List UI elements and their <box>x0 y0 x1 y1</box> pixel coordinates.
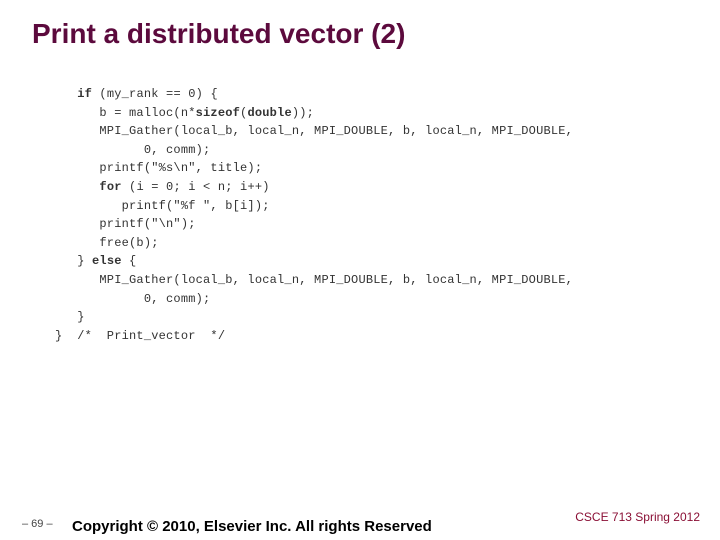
slide-title: Print a distributed vector (2) <box>0 0 720 50</box>
code-line-5: printf("%s\n", title); <box>55 161 262 175</box>
code-line-1: if (my_rank == 0) { <box>55 87 218 101</box>
code-line-14: } /* Print_vector */ <box>55 329 225 343</box>
code-line-10: } else { <box>55 254 136 268</box>
keyword-sizeof: sizeof <box>196 106 240 120</box>
code-line-3: MPI_Gather(local_b, local_n, MPI_DOUBLE,… <box>55 124 573 138</box>
code-line-8: printf("\n"); <box>55 217 196 231</box>
course-label: CSCE 713 Spring 2012 <box>575 510 700 524</box>
code-line-11: MPI_Gather(local_b, local_n, MPI_DOUBLE,… <box>55 273 573 287</box>
code-line-7: printf("%f ", b[i]); <box>55 199 270 213</box>
code-line-13: } <box>55 310 85 324</box>
code-line-9: free(b); <box>55 236 159 250</box>
keyword-else: else <box>92 254 122 268</box>
copyright-text: Copyright © 2010, Elsevier Inc. All righ… <box>72 518 432 535</box>
page-number: – 69 – <box>22 518 53 530</box>
code-line-2: b = malloc(n*sizeof(double)); <box>55 106 314 120</box>
keyword-for: for <box>99 180 121 194</box>
keyword-if: if <box>77 87 92 101</box>
code-line-4: 0, comm); <box>55 143 210 157</box>
code-line-6: for (i = 0; i < n; i++) <box>55 180 270 194</box>
keyword-double: double <box>247 106 291 120</box>
code-line-12: 0, comm); <box>55 292 210 306</box>
code-block: if (my_rank == 0) { b = malloc(n*sizeof(… <box>0 50 720 345</box>
